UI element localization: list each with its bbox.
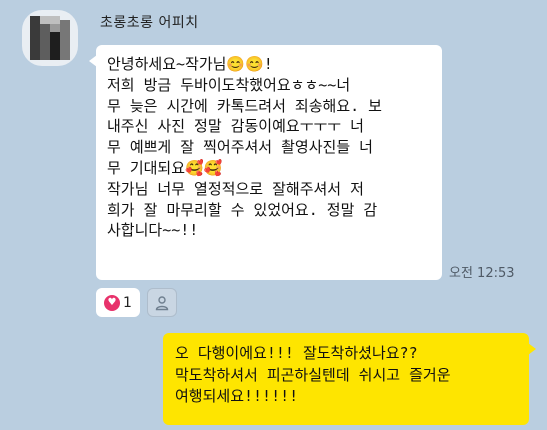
reaction-count: 1 [123, 294, 132, 311]
heart-icon: ♥ [104, 294, 121, 311]
avatar[interactable] [22, 10, 78, 66]
avatar-pixel [60, 20, 70, 60]
sender-name: 초롱초롱 어피치 [100, 15, 199, 31]
sent-message-bubble[interactable]: 오 다행이에요!!! 잘도착하셨나요?? 막도착하셔서 피곤하실텐데 쉬시고 즐… [163, 333, 536, 425]
bubble-tail [528, 343, 536, 355]
received-message-bubble[interactable]: 안녕하세요~작가님😊😊! 저희 방금 두바이도착했어요ㅎㅎ~~너 무 늦은 시간… [89, 45, 442, 280]
avatar-pixel [40, 16, 60, 24]
avatar-pixel [50, 32, 60, 60]
bubble-tail [89, 55, 97, 67]
person-icon [155, 295, 169, 310]
avatar-pixel [30, 16, 40, 60]
received-message-text: 안녕하세요~작가님😊😊! 저희 방금 두바이도착했어요ㅎㅎ~~너 무 늦은 시간… [107, 55, 382, 240]
avatar-pixel [40, 24, 50, 60]
sent-message-text: 오 다행이에요!!! 잘도착하셨나요?? 막도착하셔서 피곤하실텐데 쉬시고 즐… [175, 344, 451, 405]
avatar-pixel [50, 24, 60, 32]
message-timestamp: 오전 12:53 [449, 266, 515, 281]
add-reaction-button[interactable] [147, 288, 177, 317]
reaction-badge[interactable]: ♥ 1 [96, 288, 140, 317]
